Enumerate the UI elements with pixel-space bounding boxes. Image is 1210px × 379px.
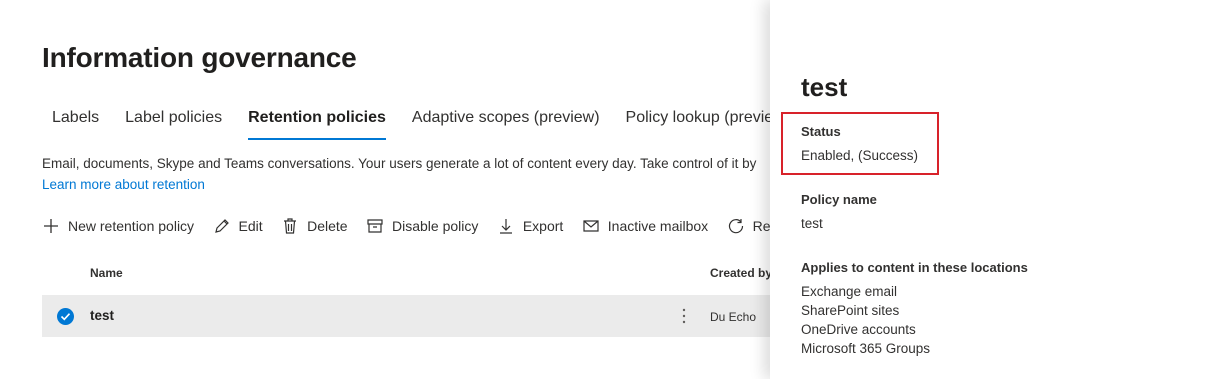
delete-button[interactable]: Delete xyxy=(281,214,348,238)
table-row[interactable]: test Du Echo xyxy=(42,295,770,337)
tab-label-policies[interactable]: Label policies xyxy=(115,108,232,140)
page-title: Information governance xyxy=(42,42,357,73)
panel-title: test xyxy=(801,72,848,102)
refresh-label: Refresh xyxy=(752,218,770,234)
tab-bar: Labels Label policies Retention policies Ad… xyxy=(42,108,770,140)
tab-retention-policies[interactable]: Retention policies xyxy=(238,108,396,140)
more-options-icon[interactable] xyxy=(676,305,692,327)
command-bar: New retention policy Edit Delete Disable… xyxy=(42,214,770,238)
tab-labels[interactable]: Labels xyxy=(42,108,109,140)
page-description: Email, documents, Skype and Teams conver… xyxy=(42,156,757,171)
edit-label: Edit xyxy=(238,218,263,234)
trash-icon xyxy=(284,218,297,234)
location-m365-groups: Microsoft 365 Groups xyxy=(801,341,931,356)
location-exchange-email: Exchange email xyxy=(801,284,898,299)
details-panel: test Status Enabled, (Success) Policy na… xyxy=(770,0,1210,379)
export-label: Export xyxy=(522,218,564,234)
disable-policy-button[interactable]: Disable policy xyxy=(366,214,478,238)
disable-policy-label: Disable policy xyxy=(392,218,479,234)
edit-button[interactable]: Edit xyxy=(213,214,263,238)
archive-icon xyxy=(367,219,383,233)
mail-icon xyxy=(583,220,599,232)
column-header-name[interactable]: Name xyxy=(90,266,123,280)
main-content: Information governance Labels Label polic… xyxy=(0,0,770,379)
locations-label: Applies to content in these locations xyxy=(801,260,1028,275)
delete-label: Delete xyxy=(307,218,348,234)
location-sharepoint-sites: SharePoint sites xyxy=(801,303,900,318)
learn-more-link[interactable]: Learn more about retention xyxy=(42,177,205,192)
refresh-icon xyxy=(728,219,743,234)
pencil-icon xyxy=(214,219,229,233)
tab-adaptive-scopes[interactable]: Adaptive scopes (preview) xyxy=(402,108,610,140)
status-value: Enabled, (Success) xyxy=(801,148,919,163)
export-button[interactable]: Export xyxy=(497,214,563,238)
checkmark-icon[interactable] xyxy=(57,308,74,325)
new-retention-policy-button[interactable]: New retention policy xyxy=(42,214,194,238)
policy-name-value: test xyxy=(801,216,823,231)
tab-policy-lookup[interactable]: Policy lookup (preview) xyxy=(616,108,770,140)
inactive-mailbox-button[interactable]: Inactive mailbox xyxy=(582,214,708,238)
location-onedrive-accounts: OneDrive accounts xyxy=(801,322,916,337)
refresh-button[interactable]: Refresh xyxy=(727,214,770,238)
status-highlight-box xyxy=(781,112,939,175)
plus-icon xyxy=(44,219,58,233)
policy-name-label: Policy name xyxy=(801,192,877,207)
inactive-mailbox-label: Inactive mailbox xyxy=(607,218,709,234)
row-name[interactable]: test xyxy=(90,308,114,323)
status-label: Status xyxy=(801,124,841,139)
row-created-by: Du Echo xyxy=(710,310,757,324)
download-icon xyxy=(499,219,512,234)
column-header-created-by[interactable]: Created by xyxy=(710,266,770,280)
new-retention-policy-label: New retention policy xyxy=(68,218,195,234)
